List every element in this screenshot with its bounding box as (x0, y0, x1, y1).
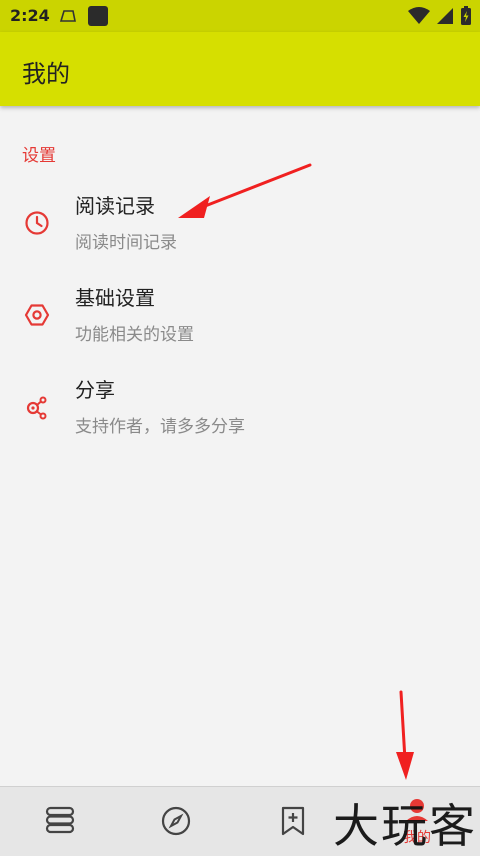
clock-icon (25, 211, 49, 235)
hexagon-settings-icon (24, 304, 50, 326)
settings-item-reading-history[interactable]: 阅读记录 阅读时间记录 (0, 186, 480, 272)
app-bar: 我的 (0, 32, 480, 106)
item-subtitle: 支持作者，请多多分享 (75, 417, 245, 437)
item-subtitle: 功能相关的设置 (75, 325, 194, 345)
battery-icon (461, 6, 471, 25)
settings-section-title: 设置 (22, 146, 56, 166)
compass-icon (161, 806, 191, 836)
item-title: 阅读记录 (75, 194, 155, 218)
bookmark-add-icon (281, 806, 305, 836)
share-icon (26, 396, 47, 420)
wifi-icon (408, 7, 430, 24)
item-subtitle: 阅读时间记录 (75, 233, 177, 253)
watermark-logo: 大玩客 (333, 799, 477, 853)
notification-icon (59, 10, 76, 22)
annotation-arrow-down-icon (396, 690, 414, 780)
app-notification-icon (88, 6, 108, 26)
status-time: 2:24 (10, 6, 50, 25)
item-title: 基础设置 (75, 286, 155, 310)
page-title: 我的 (22, 60, 70, 88)
settings-item-basic-settings[interactable]: 基础设置 功能相关的设置 (0, 278, 480, 364)
signal-icon (437, 8, 453, 24)
bookshelf-icon (45, 806, 75, 834)
status-bar: 2:24 (0, 0, 480, 32)
tab-discover[interactable] (116, 787, 236, 856)
item-title: 分享 (75, 378, 115, 402)
settings-item-share[interactable]: 分享 支持作者，请多多分享 (0, 370, 480, 456)
tab-bookshelf[interactable] (0, 787, 120, 856)
